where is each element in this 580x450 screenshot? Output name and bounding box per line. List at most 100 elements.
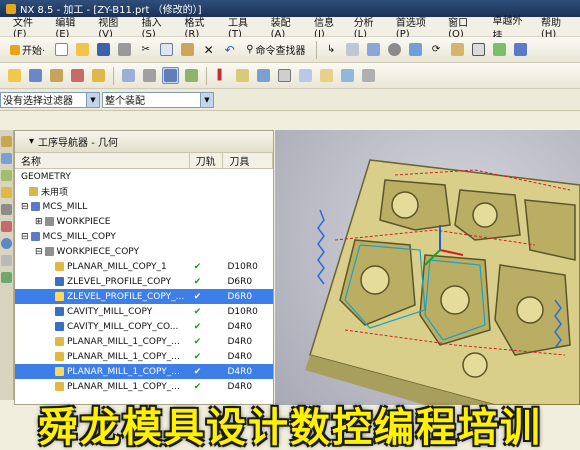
planar-mill-icon	[55, 337, 64, 346]
postprocess-button[interactable]	[297, 67, 314, 84]
render-style-icon	[513, 43, 527, 56]
create-geometry-button[interactable]	[48, 67, 65, 84]
grid-icon	[345, 43, 359, 56]
open-button[interactable]	[74, 41, 91, 58]
menu-window[interactable]: 窗口(O)	[443, 14, 487, 40]
collapse-icon[interactable]: ⊟	[21, 202, 29, 212]
layer-icon	[366, 43, 380, 56]
snap-button[interactable]: ↳	[323, 41, 340, 58]
tree-row-mcs-mill[interactable]: ⊟ MCS_MILL	[15, 199, 273, 214]
navigator-pin-icon[interactable]: ▾	[29, 136, 34, 147]
list-toolpath-button[interactable]	[276, 67, 293, 84]
simulate-button[interactable]	[360, 67, 377, 84]
operation-row[interactable]: PLANAR_MILL_1_COPY_... ✔ D4R0	[15, 349, 273, 364]
shop-doc-button[interactable]	[318, 67, 335, 84]
menu-view[interactable]: 视图(V)	[93, 14, 136, 40]
reuse-library-icon[interactable]	[1, 221, 12, 232]
save-button[interactable]	[95, 41, 112, 58]
zoom-button[interactable]	[449, 41, 466, 58]
chevron-down-icon[interactable]: ▼	[200, 92, 213, 107]
operation-row-selected[interactable]: ZLEVEL_PROFILE_COPY_... ✔ D6R0	[15, 289, 273, 304]
menu-help[interactable]: 帮助(H)	[536, 14, 580, 40]
collapse-icon[interactable]: ⊟	[35, 247, 43, 257]
create-method-button[interactable]	[69, 67, 86, 84]
column-tool[interactable]: 刀具	[223, 153, 273, 168]
command-finder-button[interactable]: ⚲ 命令查找器	[242, 41, 309, 58]
create-operation-button[interactable]	[90, 67, 107, 84]
menu-assembly[interactable]: 装配(A)	[266, 14, 309, 40]
postprocess-icon	[299, 69, 312, 82]
geometry-view-button[interactable]	[162, 67, 179, 84]
part-navigator-icon[interactable]	[1, 170, 12, 181]
tree-row-unused[interactable]: 未用项	[15, 184, 273, 199]
display-mode-button[interactable]	[386, 41, 403, 58]
new-file-button[interactable]	[53, 41, 70, 58]
machine-navigator-icon[interactable]	[1, 204, 12, 215]
training-banner: 舜龙模具设计数控编程培训	[38, 405, 542, 450]
tree-row-workpiece[interactable]: ⊞ WORKPIECE	[15, 214, 273, 229]
operation-row[interactable]: CAVITY_MILL_COPY_CO... ✔ D4R0	[15, 319, 273, 334]
paste-button[interactable]	[179, 41, 196, 58]
operation-row[interactable]: ZLEVEL_PROFILE_COPY ✔ D6R0	[15, 274, 273, 289]
verify-toolpath-button[interactable]	[255, 67, 272, 84]
operation-row[interactable]: PLANAR_MILL_1_COPY_... ✔ D4R0	[15, 334, 273, 349]
column-name[interactable]: 名称	[15, 153, 190, 168]
menu-edit[interactable]: 编辑(E)	[50, 14, 93, 40]
tree-row-geometry[interactable]: GEOMETRY	[15, 169, 273, 184]
operation-navigator-icon[interactable]	[1, 187, 12, 198]
machining-method-view-button[interactable]	[183, 67, 200, 84]
assembly-scope-select[interactable]: 整个装配 ▼	[102, 91, 214, 108]
orient-view-button[interactable]	[407, 41, 424, 58]
fit-button[interactable]	[470, 41, 487, 58]
machine-tool-icon	[143, 69, 156, 82]
generate-toolpath-button[interactable]: ▌	[213, 67, 230, 84]
operation-row-selected[interactable]: PLANAR_MILL_1_COPY_... ✔ D4R0	[15, 364, 273, 379]
undo-button[interactable]: ↶	[221, 41, 238, 58]
replay-toolpath-button[interactable]	[234, 67, 251, 84]
selection-filter-select[interactable]: 没有选择过滤器 ▼	[0, 91, 100, 108]
rotate-button[interactable]: ⟳	[428, 41, 445, 58]
create-program-button[interactable]	[6, 67, 23, 84]
expand-icon[interactable]: ⊞	[35, 217, 43, 227]
print-button[interactable]	[116, 41, 133, 58]
roles-icon[interactable]	[1, 272, 12, 283]
graphics-window[interactable]	[275, 130, 580, 405]
paste-icon	[181, 43, 195, 56]
cut-button[interactable]: ✂	[137, 41, 154, 58]
delete-button[interactable]: ✕	[200, 41, 217, 58]
start-button[interactable]: 开始·	[6, 41, 49, 58]
replay-icon	[236, 69, 249, 82]
create-tool-button[interactable]	[27, 67, 44, 84]
copy-button[interactable]	[158, 41, 175, 58]
chevron-down-icon[interactable]: ▼	[86, 92, 99, 107]
menu-tools[interactable]: 工具(T)	[223, 14, 266, 40]
menu-format[interactable]: 格式(R)	[180, 14, 223, 40]
assembly-navigator-icon[interactable]	[1, 136, 12, 147]
menu-insert[interactable]: 插入(S)	[137, 14, 180, 40]
menu-file[interactable]: 文件(F)	[8, 14, 50, 40]
boss	[472, 202, 498, 228]
history-icon[interactable]	[1, 255, 12, 266]
collapse-icon[interactable]: ⊟	[21, 232, 29, 242]
render-style-button[interactable]	[512, 41, 529, 58]
menu-analysis[interactable]: 分析(L)	[349, 14, 391, 40]
program-order-view-button[interactable]	[120, 67, 137, 84]
menu-info[interactable]: 信息(I)	[309, 14, 349, 40]
operation-row[interactable]: PLANAR_MILL_COPY_1 ✔ D10R0	[15, 259, 273, 274]
view-triad-icon	[492, 43, 506, 56]
operation-row[interactable]: PLANAR_MILL_1_COPY_... ✔ D4R0	[15, 379, 273, 394]
tool-icon	[29, 69, 42, 82]
menu-preferences[interactable]: 首选项(P)	[391, 14, 443, 40]
web-browser-icon[interactable]	[1, 238, 12, 249]
column-toolpath[interactable]: 刀轨	[190, 153, 224, 168]
operation-row[interactable]: CAVITY_MILL_COPY ✔ D10R0	[15, 304, 273, 319]
tree-row-mcs-mill-copy[interactable]: ⊟ MCS_MILL_COPY	[15, 229, 273, 244]
grid-button[interactable]	[344, 41, 361, 58]
shop-doc-icon	[320, 69, 333, 82]
layer-button[interactable]	[365, 41, 382, 58]
machine-tool-view-button[interactable]	[141, 67, 158, 84]
tree-row-workpiece-copy[interactable]: ⊟ WORKPIECE_COPY	[15, 244, 273, 259]
output-cls-button[interactable]	[339, 67, 356, 84]
constraint-navigator-icon[interactable]	[1, 153, 12, 164]
view-button[interactable]	[491, 41, 508, 58]
